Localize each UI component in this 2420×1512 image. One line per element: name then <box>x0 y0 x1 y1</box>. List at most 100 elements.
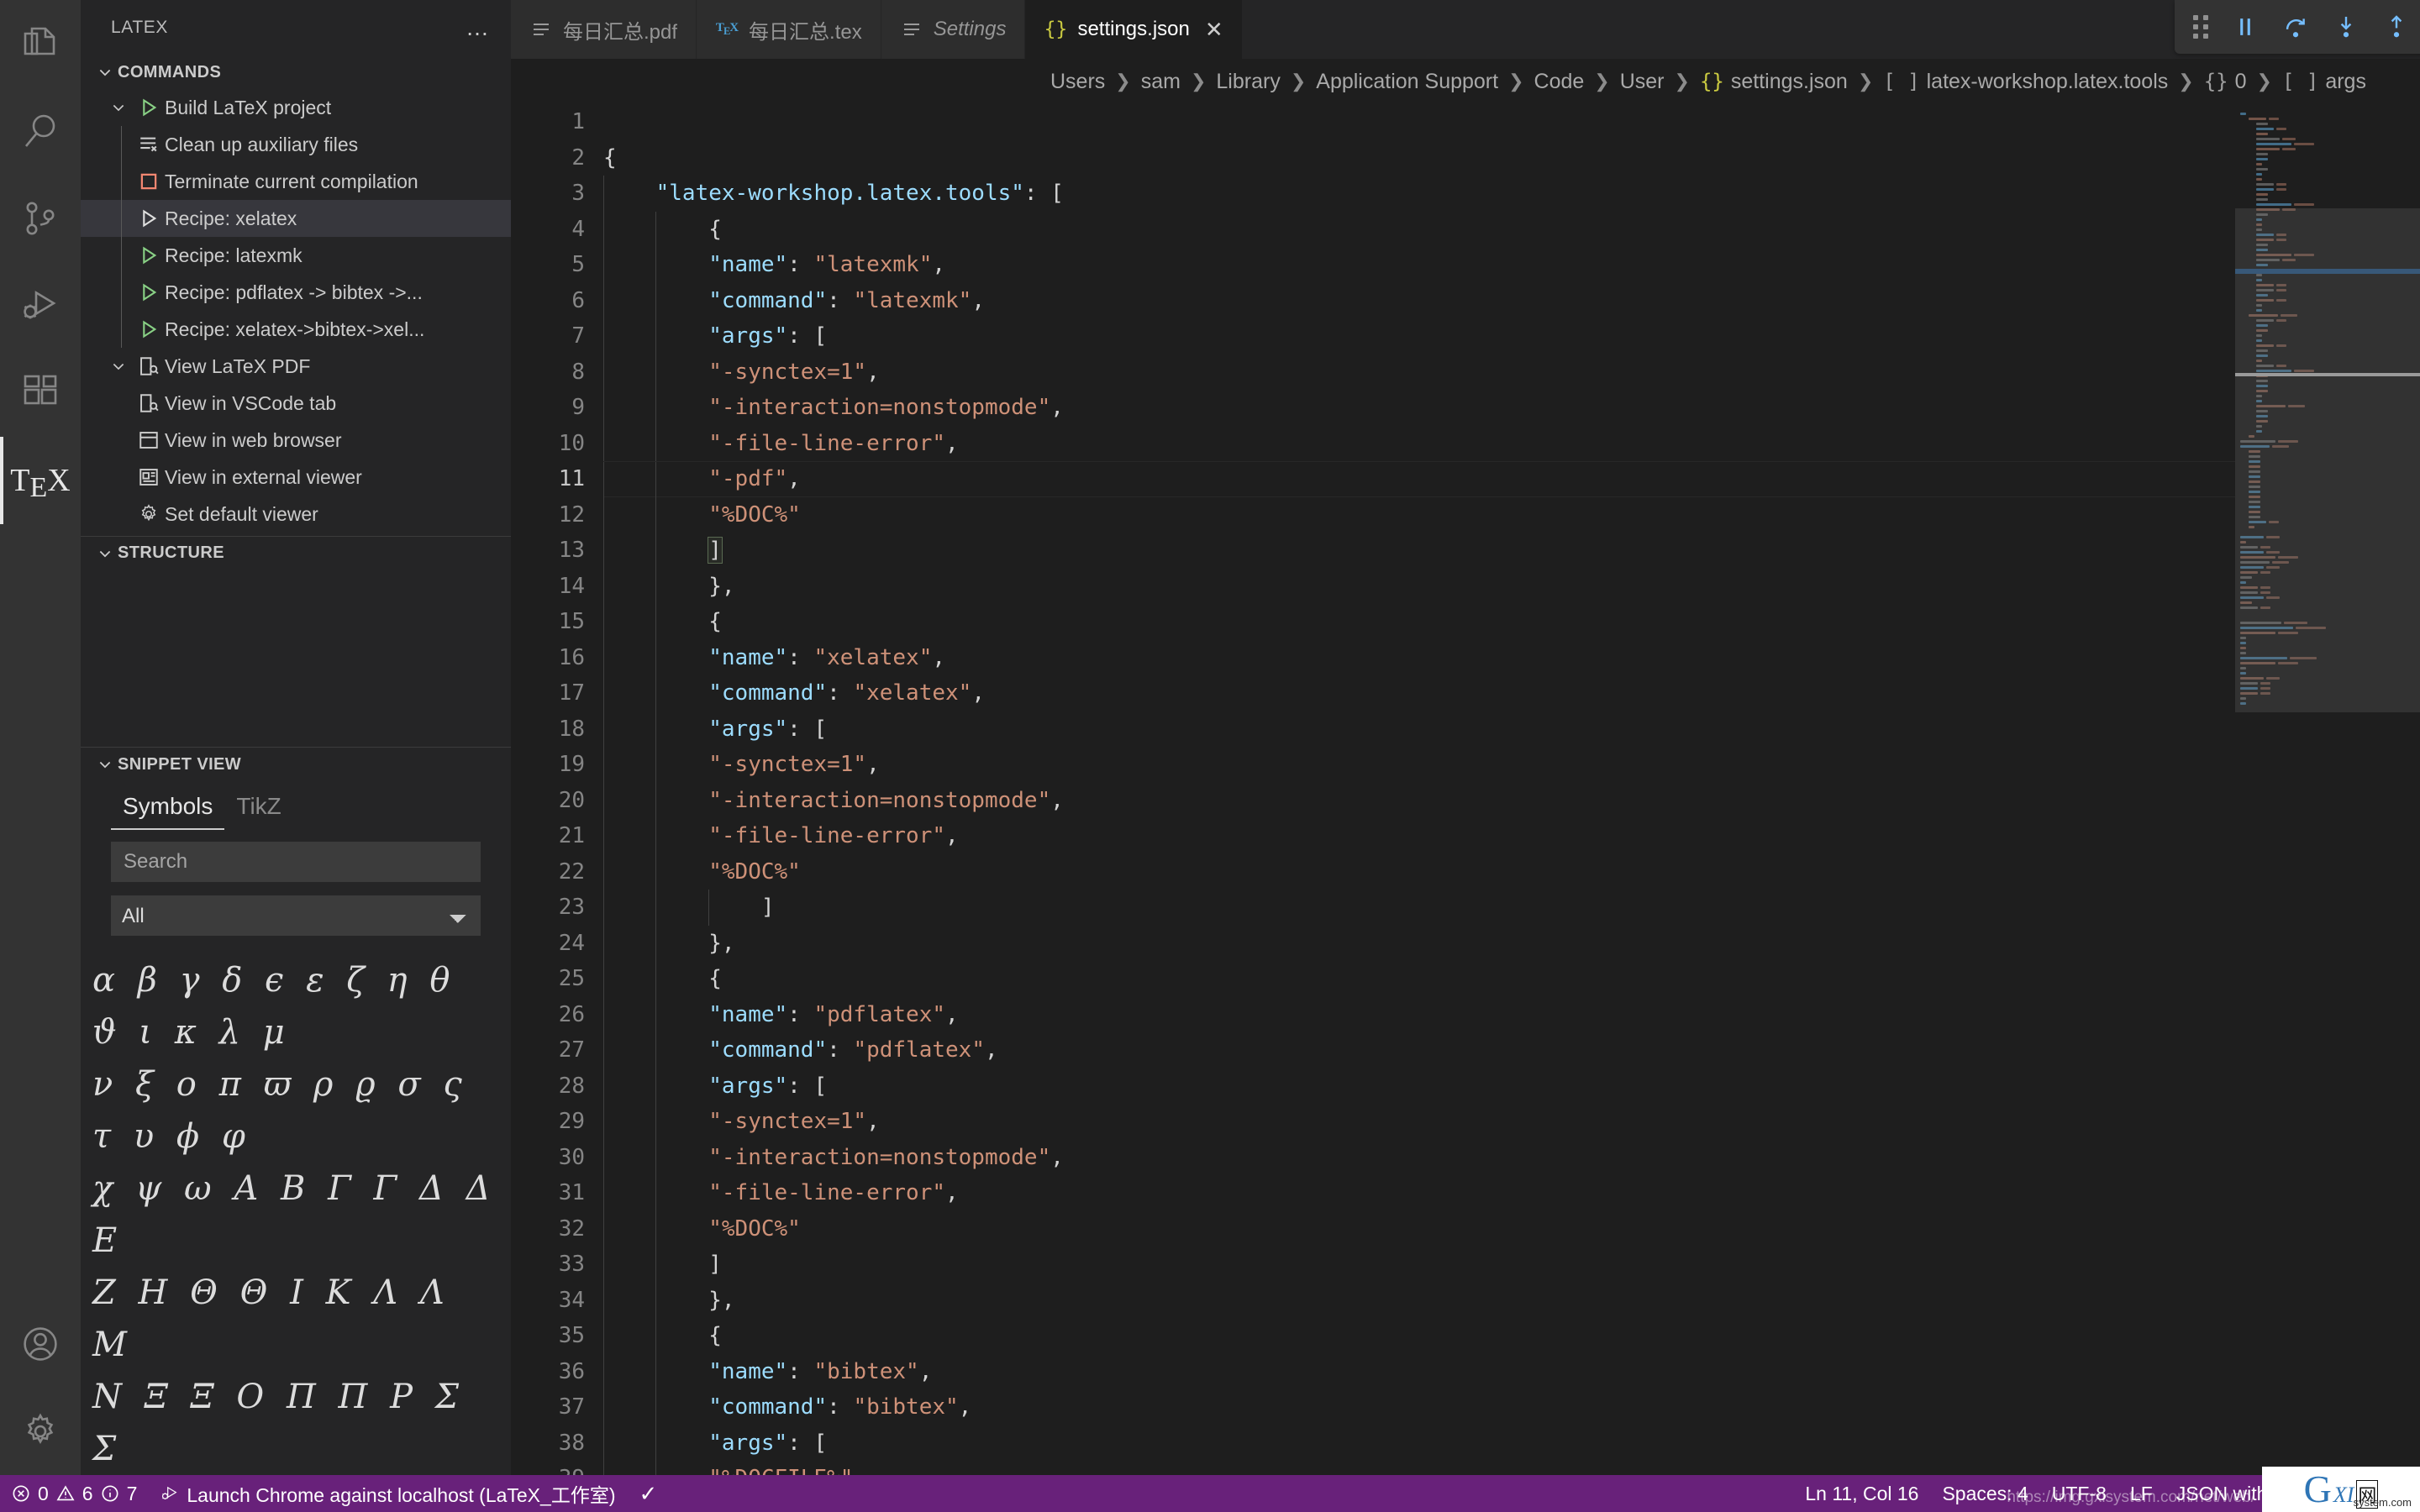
code-line[interactable]: "-synctex=1", <box>603 1104 2235 1140</box>
code-line[interactable]: "command": "xelatex", <box>603 675 2235 711</box>
activity-item-explorer[interactable] <box>0 0 81 87</box>
breadcrumb-item-settings-json[interactable]: {} settings.json <box>1700 70 1848 94</box>
code-line[interactable]: "command": "bibtex", <box>603 1389 2235 1425</box>
tree-item-recipe-pdflatex-bibtex[interactable]: Recipe: pdflatex -> bibtex ->... <box>81 274 511 311</box>
code-line[interactable]: "-interaction=nonstopmode", <box>603 1139 2235 1175</box>
code-line[interactable]: { <box>603 961 2235 997</box>
breadcrumb-item-users[interactable]: Users <box>1050 70 1105 94</box>
close-icon[interactable]: ✕ <box>1205 18 1223 40</box>
snippet-search-input[interactable] <box>111 842 481 882</box>
code-line[interactable]: "-pdf", <box>603 461 2235 498</box>
editor-tab-settings-json[interactable]: {} settings.json ✕ <box>1025 0 1243 59</box>
editor-tab-settings[interactable]: Settings <box>881 0 1026 59</box>
tree-item-clean-up-auxiliary-files[interactable]: Clean up auxiliary files <box>81 126 511 163</box>
breadcrumb-item-library[interactable]: Library <box>1216 70 1280 94</box>
chevron-down-icon[interactable] <box>104 99 133 116</box>
status-check[interactable]: ✓ <box>627 1475 669 1512</box>
step-over-button[interactable] <box>2281 13 2310 41</box>
breadcrumb-item-args[interactable]: [ ] args <box>2282 70 2366 94</box>
tree-item-view-latex-pdf[interactable]: View LaTeX PDF <box>81 348 511 385</box>
breadcrumb-item-user[interactable]: User <box>1620 70 1665 94</box>
code-line[interactable]: { <box>603 604 2235 640</box>
code-editor[interactable]: 1 2 3 4 5 6 7 8 9 10 11 12 13 14 15 16 17 18 19 20 21 22 23 24 2… <box>511 104 2420 1475</box>
code-line[interactable]: { <box>603 211 2235 247</box>
tree-item-set-default-viewer[interactable]: Set default viewer <box>81 496 511 533</box>
code-line[interactable]: "command": "pdflatex", <box>603 1032 2235 1068</box>
status-debug-target[interactable]: Launch Chrome against localhost (LaTeX_工… <box>149 1475 627 1512</box>
code-line[interactable]: "args": [ <box>603 1068 2235 1104</box>
code-line[interactable]: }, <box>603 1282 2235 1318</box>
minimap-slider[interactable] <box>2235 208 2420 712</box>
breadcrumb-item-application-support[interactable]: Application Support <box>1316 70 1498 94</box>
code-line[interactable]: "%DOCFILE%" <box>603 1461 2235 1475</box>
activity-item-source-control[interactable] <box>0 175 81 262</box>
step-into-button[interactable] <box>2332 13 2360 41</box>
code-line[interactable]: "-file-line-error", <box>603 818 2235 854</box>
pause-button[interactable] <box>2231 13 2260 41</box>
section-header-commands[interactable]: COMMANDS <box>81 55 511 89</box>
snippet-tab-tikz[interactable]: TikZ <box>224 793 292 830</box>
chevron-down-icon[interactable] <box>104 358 133 375</box>
breadcrumb-item-latex-tools[interactable]: [ ] latex-workshop.latex.tools <box>1883 70 2168 94</box>
symbol-row[interactable]: Z H Θ Θ I K Λ Λ M <box>92 1267 499 1371</box>
activity-item-accounts[interactable] <box>0 1300 81 1388</box>
code-line[interactable]: }, <box>603 925 2235 961</box>
code-line[interactable]: ] <box>603 1247 2235 1283</box>
code-line[interactable] <box>603 104 2235 140</box>
tree-item-recipe-xelatex[interactable]: Recipe: xelatex <box>81 200 511 237</box>
step-out-button[interactable] <box>2382 13 2411 41</box>
activity-item-latex[interactable]: TEX <box>0 437 81 524</box>
tree-item-view-in-web-browser[interactable]: View in web browser <box>81 422 511 459</box>
snippet-tab-symbols[interactable]: Symbols <box>111 793 225 830</box>
code-line[interactable]: "-interaction=nonstopmode", <box>603 782 2235 818</box>
symbol-row[interactable]: α β γ δ ϵ ε ζ η θ ϑ ι κ λ μ <box>92 954 499 1058</box>
editor-tab-pdf[interactable]: 每日汇总.pdf <box>511 0 697 59</box>
section-header-snippet-view[interactable]: SNIPPET VIEW <box>81 748 511 781</box>
tree-item-recipe-latexmk[interactable]: Recipe: latexmk <box>81 237 511 274</box>
code-line[interactable]: "%DOC%" <box>603 853 2235 890</box>
activity-item-settings[interactable] <box>0 1388 81 1475</box>
code-line[interactable]: "-interaction=nonstopmode", <box>603 390 2235 426</box>
tree-item-view-in-external-viewer[interactable]: View in external viewer <box>81 459 511 496</box>
minimap[interactable] <box>2235 104 2420 1475</box>
code-line[interactable]: "-file-line-error", <box>603 1175 2235 1211</box>
code-line[interactable]: "name": "pdflatex", <box>603 996 2235 1032</box>
code-line[interactable]: "name": "latexmk", <box>603 247 2235 283</box>
symbol-row[interactable]: χ ψ ω A B Γ Γ Δ Δ E <box>92 1163 499 1267</box>
sidebar-more-actions-icon[interactable]: … <box>466 14 491 41</box>
breadcrumb-item-sam[interactable]: sam <box>1141 70 1181 94</box>
editor-tab-tex[interactable]: TEX 每日汇总.tex <box>697 0 881 59</box>
code-line[interactable]: "-synctex=1", <box>603 354 2235 390</box>
code-line[interactable]: "-file-line-error", <box>603 425 2235 461</box>
editor-vertical-scrollbar[interactable] <box>2396 104 2420 1475</box>
code-line[interactable]: "%DOC%" <box>603 1210 2235 1247</box>
tree-item-view-in-vscode-tab[interactable]: View in VSCode tab <box>81 385 511 422</box>
symbol-row[interactable]: ν ξ o π ϖ ρ ϱ σ ς τ υ ϕ φ <box>92 1058 499 1163</box>
code-line[interactable]: "latex-workshop.latex.tools": [ <box>603 176 2235 212</box>
tree-item-build-latex-project[interactable]: Build LaTeX project <box>81 89 511 126</box>
code-line[interactable]: }, <box>603 568 2235 604</box>
code-line[interactable]: "name": "xelatex", <box>603 639 2235 675</box>
breadcrumb-item-index-0[interactable]: {} 0 <box>2204 70 2247 94</box>
code-line[interactable]: "-synctex=1", <box>603 747 2235 783</box>
code-line[interactable]: { <box>603 1318 2235 1354</box>
tree-item-recipe-xelatex-bibtex[interactable]: Recipe: xelatex->bibtex->xel... <box>81 311 511 348</box>
drag-grip-icon[interactable] <box>2193 15 2209 39</box>
status-problems[interactable]: 0 6 7 <box>0 1475 149 1512</box>
code-line[interactable]: ] <box>603 890 2235 926</box>
code-line[interactable]: "command": "latexmk", <box>603 282 2235 318</box>
breadcrumb-item-code[interactable]: Code <box>1534 70 1585 94</box>
code-line[interactable]: "args": [ <box>603 1425 2235 1461</box>
code-viewport[interactable]: 1 2 3 4 5 6 7 8 9 10 11 12 13 14 15 16 17 18 19 20 21 22 23 24 2… <box>511 104 2235 1475</box>
code-line[interactable]: "name": "bibtex", <box>603 1353 2235 1389</box>
section-header-structure[interactable]: STRUCTURE <box>81 536 511 570</box>
symbol-row[interactable]: N Ξ Ξ O Π Π P Σ Σ <box>92 1371 499 1475</box>
code-line[interactable]: "%DOC%" <box>603 496 2235 533</box>
code-line[interactable]: ] <box>603 533 2235 569</box>
code-line[interactable]: "args": [ <box>603 318 2235 354</box>
code-line[interactable]: { <box>603 140 2235 176</box>
code-lines[interactable]: { "latex-workshop.latex.tools": [ { "nam… <box>603 104 2235 1475</box>
activity-item-search[interactable] <box>0 87 81 175</box>
status-cursor-position[interactable]: Ln 11, Col 16 <box>1793 1475 1930 1512</box>
tree-item-terminate-current-compilation[interactable]: Terminate current compilation <box>81 163 511 200</box>
